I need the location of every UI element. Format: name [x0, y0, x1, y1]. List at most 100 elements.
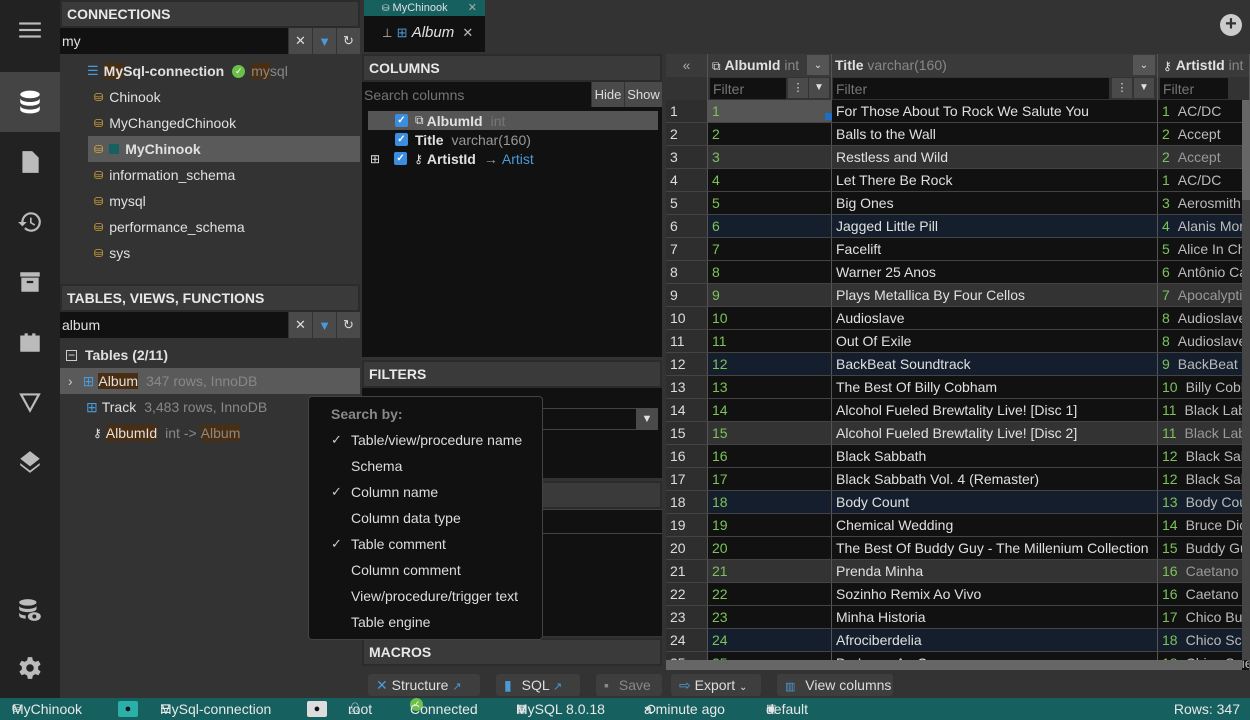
filter-triangle-icon[interactable]	[0, 372, 60, 432]
table-row[interactable]: 9 9 Plays Metallica By Four Cellos 7 Apocaly…	[666, 284, 1250, 307]
chevron-down-icon[interactable]: ⌄	[1133, 55, 1155, 75]
cell-title[interactable]: Black Sabbath	[832, 445, 1158, 467]
cell-title[interactable]: Alcohol Fueled Brewtality Live! [Disc 1]	[832, 399, 1158, 421]
cell-aid[interactable]: 5 Alice In Chains	[1158, 238, 1250, 260]
refresh-icon[interactable]: ↻	[336, 312, 360, 338]
cell-id[interactable]: 5	[708, 192, 832, 214]
database-item[interactable]: ⛁ performance_schema	[60, 214, 360, 240]
collapse-icon[interactable]: −	[66, 349, 77, 361]
database-eye-icon[interactable]	[0, 580, 60, 640]
cell-aid[interactable]: 1 AC/DC	[1158, 169, 1250, 191]
table-row[interactable]: 1 1 For Those About To Rock We Salute You 1…	[666, 100, 1250, 123]
filter-icon[interactable]: ▼	[1134, 78, 1154, 98]
filter-settings-icon[interactable]: ▼	[312, 28, 336, 54]
history-icon[interactable]	[0, 192, 60, 252]
cell-title[interactable]: Afrociberdelia	[832, 629, 1158, 651]
hide-button[interactable]: Hide	[591, 82, 624, 107]
table-row[interactable]: 20 20 The Best Of Buddy Guy - The Milleniu…	[666, 537, 1250, 560]
cell-n[interactable]: 16	[666, 445, 708, 467]
checkbox[interactable]: ✓	[394, 152, 408, 165]
table-row[interactable]: 1818Body Count13Body Count	[666, 491, 1250, 514]
menu-item[interactable]: Table engine	[309, 614, 542, 638]
cell-id[interactable]: 21	[708, 560, 832, 582]
table-row[interactable]: 4 4 Let There Be Rock 1 AC/DC	[666, 169, 1250, 192]
table-row[interactable]: 2323Minha Historia17Chico Buarque	[666, 606, 1250, 629]
database-item[interactable]: ⛁ MyChangedChinook	[60, 110, 360, 136]
cell-n[interactable]: 7	[666, 238, 708, 260]
database-item[interactable]: ⛁ Chinook	[60, 84, 360, 110]
cell-id[interactable]: 22	[708, 583, 832, 605]
cell-title[interactable]: Prenda Minha	[832, 560, 1158, 582]
table-row[interactable]: 5 5 Big Ones 3 Aerosmith	[666, 192, 1250, 215]
color-palette-icon[interactable]: ●	[307, 701, 327, 717]
pin-icon[interactable]: ⊥	[382, 26, 392, 40]
menu-item[interactable]: View/procedure/trigger text	[309, 588, 542, 612]
sql-button[interactable]: ▮ SQL ↗	[496, 674, 580, 696]
add-tab-icon[interactable]: +	[1220, 14, 1242, 36]
menu-item[interactable]: Column data type	[309, 510, 542, 534]
more-icon[interactable]: ⋮	[1112, 78, 1132, 98]
filter-icon[interactable]: ▼	[636, 408, 658, 430]
table-row[interactable]: 2121Prenda Minha16Caetano Veloso	[666, 560, 1250, 583]
cell-id[interactable]: 2	[708, 123, 832, 145]
cell-n[interactable]: 13	[666, 376, 708, 398]
cell-id[interactable]: 7	[708, 238, 832, 260]
cell-id[interactable]: 14	[708, 399, 832, 421]
cell-n[interactable]: 20	[666, 537, 708, 559]
table-row[interactable]: 11 11 Out Of Exile 8 Audioslave	[666, 330, 1250, 353]
table-row[interactable]: 1313The Best Of Billy Cobham10Billy Cobh…	[666, 376, 1250, 399]
table-row[interactable]: 2222Sozinho Remix Ao Vivo16Caetano Velos…	[666, 583, 1250, 606]
cell-n[interactable]: 12	[666, 353, 708, 375]
cell-title[interactable]: Sozinho Remix Ao Vivo	[832, 583, 1158, 605]
cell-id[interactable]: 17	[708, 468, 832, 490]
filter-input[interactable]	[833, 78, 1109, 99]
cell-n[interactable]: 22	[666, 583, 708, 605]
cell-id[interactable]: 11	[708, 330, 832, 352]
cell-n[interactable]: 14	[666, 399, 708, 421]
show-button[interactable]: Show	[624, 82, 662, 107]
export-button[interactable]: ⇨ Export ⌄	[671, 674, 761, 696]
table-row[interactable]: 12 12 BackBeat Soundtrack 9 BackBeat	[666, 353, 1250, 376]
column-header-artistid[interactable]: ⚷ ArtistId int	[1158, 54, 1250, 77]
columns-search-input[interactable]	[362, 82, 591, 107]
table-row[interactable]: 88Warner 25 Anos6Antônio Carlos Jobim	[666, 261, 1250, 284]
table-item-album[interactable]: › ⊞ Album 347 rows, InnoDB	[60, 368, 360, 394]
file-icon[interactable]	[0, 132, 60, 192]
table-row[interactable]: 3 3 Restless and Wild 2 Accept	[666, 146, 1250, 169]
cell-n[interactable]: 19	[666, 514, 708, 536]
cell-title[interactable]: Chemical Wedding	[832, 514, 1158, 536]
cell-title[interactable]: Plays Metallica By Four Cellos	[832, 284, 1158, 306]
filter-settings-icon[interactable]: ▼	[312, 312, 336, 338]
clear-search-icon[interactable]: ✕	[288, 312, 312, 338]
cell-id[interactable]: 10	[708, 307, 832, 329]
cell-id[interactable]: 6	[708, 215, 832, 237]
structure-button[interactable]: ✕ Structure ↗	[368, 674, 480, 696]
database-item[interactable]: ⛁ MyChinook	[88, 136, 360, 162]
cell-aid[interactable]: 11 Black Label Society	[1158, 399, 1250, 421]
cell-aid[interactable]: 8 Audioslave	[1158, 307, 1250, 329]
table-row[interactable]: 77Facelift5Alice In Chains	[666, 238, 1250, 261]
tab-album[interactable]: ⊥ ⊞ Album ✕	[364, 16, 485, 52]
connection-item[interactable]: ☰ MySql-connection ✓ mysql	[60, 58, 360, 84]
database-icon[interactable]	[0, 72, 60, 132]
cell-aid[interactable]: 12 Black Sabbath	[1158, 468, 1250, 490]
cell-n[interactable]: 3	[666, 146, 708, 168]
cell-id[interactable]: 15	[708, 422, 832, 444]
cell-title[interactable]: Facelift	[832, 238, 1158, 260]
cell-aid[interactable]: 1 AC/DC	[1158, 100, 1250, 122]
cell-aid[interactable]: 12 Black Sabbath	[1158, 445, 1250, 467]
cell-id[interactable]: 19	[708, 514, 832, 536]
cell-n[interactable]: 2	[666, 123, 708, 145]
database-item[interactable]: ⛁ sys	[60, 240, 360, 266]
cell-aid[interactable]: 14 Bruce Dickinson	[1158, 514, 1250, 536]
column-header-title[interactable]: Title varchar(160) ⌄	[832, 54, 1158, 77]
cell-id[interactable]: 12	[708, 353, 832, 375]
cell-title[interactable]: Warner 25 Anos	[832, 261, 1158, 283]
column-row[interactable]: ✓ Title varchar(160)	[362, 130, 662, 149]
table-row[interactable]: 1919Chemical Wedding14Bruce Dickinson	[666, 514, 1250, 537]
cell-aid[interactable]: 15 Buddy Guy	[1158, 537, 1250, 559]
cell-title[interactable]: For Those About To Rock We Salute You	[832, 100, 1158, 122]
column-row[interactable]: ⊞ ✓ ⚷ ArtistId → Artist	[362, 149, 662, 168]
close-icon[interactable]: ✕	[462, 25, 473, 40]
table-row[interactable]: 1616Black Sabbath12Black Sabbath	[666, 445, 1250, 468]
